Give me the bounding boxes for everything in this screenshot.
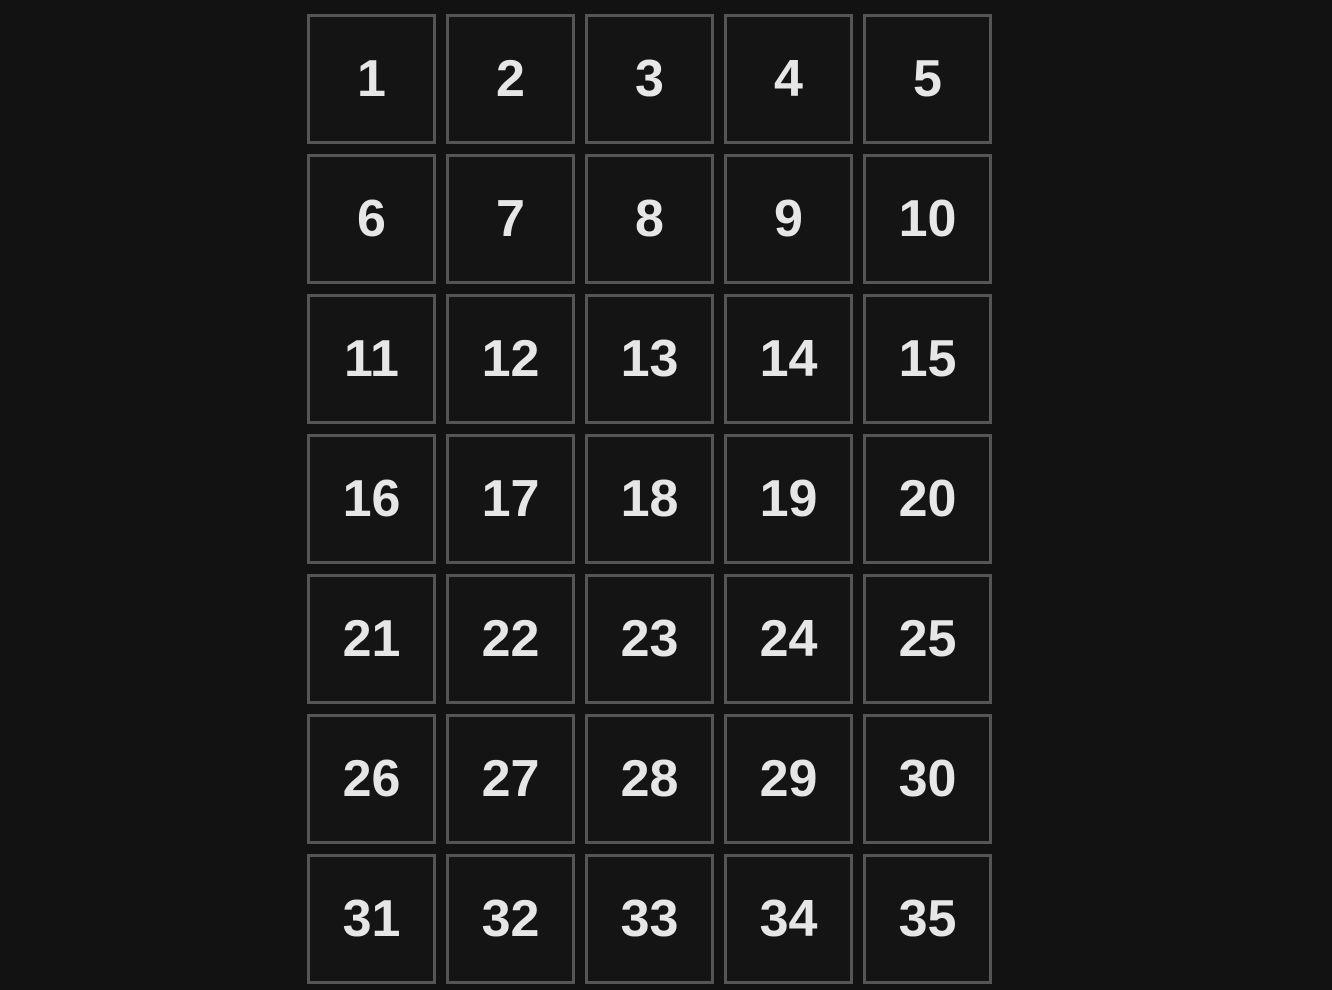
grid-cell[interactable]: 15 — [863, 294, 992, 424]
grid-cell[interactable]: 8 — [585, 154, 714, 284]
grid-cell[interactable]: 11 — [307, 294, 436, 424]
grid-cell[interactable]: 29 — [724, 714, 853, 844]
grid-cell[interactable]: 31 — [307, 854, 436, 984]
grid-cell[interactable]: 23 — [585, 574, 714, 704]
grid-cell[interactable]: 25 — [863, 574, 992, 704]
grid-cell[interactable]: 2 — [446, 14, 575, 144]
grid-cell[interactable]: 21 — [307, 574, 436, 704]
grid-cell[interactable]: 26 — [307, 714, 436, 844]
grid-cell[interactable]: 20 — [863, 434, 992, 564]
grid-cell[interactable]: 13 — [585, 294, 714, 424]
grid-cell[interactable]: 30 — [863, 714, 992, 844]
grid-cell[interactable]: 27 — [446, 714, 575, 844]
grid-cell[interactable]: 28 — [585, 714, 714, 844]
grid-cell[interactable]: 19 — [724, 434, 853, 564]
grid-cell[interactable]: 3 — [585, 14, 714, 144]
grid-cell[interactable]: 7 — [446, 154, 575, 284]
grid-cell[interactable]: 17 — [446, 434, 575, 564]
grid-cell[interactable]: 6 — [307, 154, 436, 284]
grid-cell[interactable]: 14 — [724, 294, 853, 424]
grid-cell[interactable]: 1 — [307, 14, 436, 144]
grid-cell[interactable]: 9 — [724, 154, 853, 284]
grid-cell[interactable]: 5 — [863, 14, 992, 144]
grid-cell[interactable]: 33 — [585, 854, 714, 984]
grid-cell[interactable]: 18 — [585, 434, 714, 564]
grid-cell[interactable]: 16 — [307, 434, 436, 564]
grid-cell[interactable]: 32 — [446, 854, 575, 984]
grid-cell[interactable]: 4 — [724, 14, 853, 144]
number-grid: 1 2 3 4 5 6 7 8 9 10 11 12 13 14 15 16 17 18 19 20 21 22 23 24 2… — [307, 14, 993, 984]
grid-cell[interactable]: 24 — [724, 574, 853, 704]
grid-cell[interactable]: 12 — [446, 294, 575, 424]
grid-cell[interactable]: 34 — [724, 854, 853, 984]
grid-cell[interactable]: 35 — [863, 854, 992, 984]
grid-cell[interactable]: 22 — [446, 574, 575, 704]
grid-cell[interactable]: 10 — [863, 154, 992, 284]
